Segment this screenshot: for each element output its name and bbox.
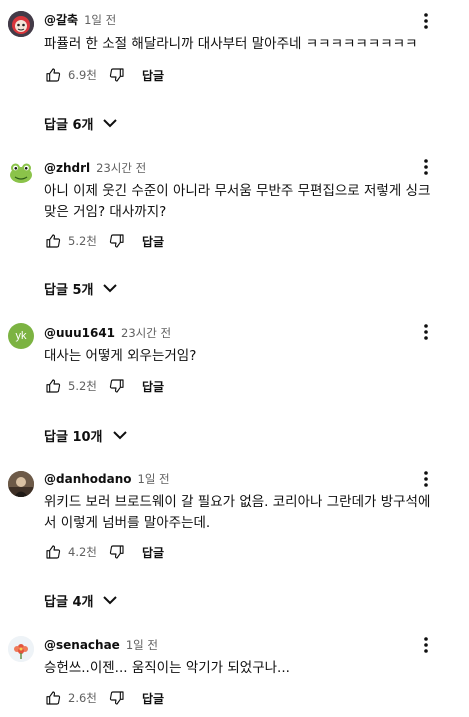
author-name[interactable]: @danhodano — [44, 472, 132, 486]
author-avatar[interactable] — [8, 636, 34, 662]
more-options-icon[interactable] — [417, 636, 435, 654]
replies-count-label: 답글 6개 — [44, 117, 94, 133]
comment-actions: 2.6천 답글 — [44, 688, 164, 708]
comment-time[interactable]: 1일 전 — [138, 472, 170, 486]
reply-button[interactable]: 답글 — [142, 67, 164, 84]
author-avatar[interactable] — [8, 11, 34, 37]
reply-button[interactable]: 답글 — [142, 544, 164, 561]
replies-count-label: 답글 4개 — [44, 594, 94, 610]
more-options-icon[interactable] — [417, 158, 435, 176]
author-avatar[interactable]: yk — [8, 323, 34, 349]
reply-button[interactable]: 답글 — [142, 690, 164, 707]
chevron-down-icon — [103, 118, 118, 128]
chevron-down-icon — [112, 430, 127, 440]
photo-avatar-icon — [8, 471, 34, 497]
replies-count-label: 답글 5개 — [44, 282, 94, 298]
like-count: 4.2천 — [68, 545, 97, 559]
dislike-icon[interactable] — [108, 66, 126, 84]
reply-button[interactable]: 답글 — [142, 378, 164, 395]
comment-actions: 5.2천 답글 — [44, 231, 164, 251]
chevron-down-icon — [103, 283, 118, 293]
comment-meta: @danhodano 1일 전 — [44, 471, 170, 487]
more-options-icon[interactable] — [417, 12, 435, 30]
like-icon[interactable] — [44, 689, 62, 707]
author-name[interactable]: @senachae — [44, 638, 120, 652]
more-options-icon[interactable] — [417, 470, 435, 488]
author-avatar[interactable] — [8, 159, 34, 185]
dislike-icon[interactable] — [108, 689, 126, 707]
red-cartoon-avatar-icon — [8, 11, 34, 37]
comment-time[interactable]: 23시간 전 — [96, 161, 146, 175]
comment-actions: 5.2천 답글 — [44, 376, 164, 396]
comment-time[interactable]: 1일 전 — [126, 638, 158, 652]
flower-avatar-icon — [8, 636, 34, 662]
author-name[interactable]: @uuu1641 — [44, 326, 115, 340]
replies-count-label: 답글 10개 — [44, 429, 103, 445]
view-replies-button[interactable]: 답글 4개 — [44, 589, 118, 611]
author-name[interactable]: @zhdrl — [44, 161, 90, 175]
view-replies-button[interactable]: 답글 10개 — [44, 424, 127, 446]
comment-text: 파퓰러 한 소절 해달라니까 대사부터 말아주네 ㅋㅋㅋㅋㅋㅋㅋㅋㅋ — [44, 36, 418, 52]
comment-time[interactable]: 23시간 전 — [121, 326, 171, 340]
like-icon[interactable] — [44, 543, 62, 561]
comment-text: 대사는 어떻게 외우는거임? — [44, 348, 197, 364]
like-count: 2.6천 — [68, 691, 97, 705]
comment-meta: @senachae 1일 전 — [44, 637, 158, 653]
like-icon[interactable] — [44, 66, 62, 84]
comment-text: 아니 이제 웃긴 수준이 아니라 무서움 무반주 무편집으로 저렇게 싱크 맞은… — [44, 183, 431, 220]
more-options-icon[interactable] — [417, 323, 435, 341]
author-avatar[interactable] — [8, 471, 34, 497]
like-icon[interactable] — [44, 377, 62, 395]
like-count: 5.2천 — [68, 234, 97, 248]
reply-button[interactable]: 답글 — [142, 233, 164, 250]
dislike-icon[interactable] — [108, 543, 126, 561]
comment-time[interactable]: 1일 전 — [84, 13, 116, 27]
comment-meta: @uuu1641 23시간 전 — [44, 325, 171, 341]
comment-meta: @zhdrl 23시간 전 — [44, 160, 146, 176]
letter-avatar-icon: yk — [15, 330, 27, 342]
comment-text: 승헌쓰..이젠... 움직이는 악기가 되었구나... — [44, 660, 290, 676]
comment-text: 위키드 보러 브로드웨이 갈 필요가 없음. 코리아나 그란데가 방구석에 서 … — [44, 494, 431, 531]
dislike-icon[interactable] — [108, 377, 126, 395]
comment-actions: 4.2천 답글 — [44, 542, 164, 562]
comment-actions: 6.9천 답글 — [44, 65, 164, 85]
author-name[interactable]: @갈축 — [44, 13, 78, 27]
green-frog-avatar-icon — [10, 163, 32, 183]
like-icon[interactable] — [44, 232, 62, 250]
chevron-down-icon — [103, 595, 118, 605]
dislike-icon[interactable] — [108, 232, 126, 250]
view-replies-button[interactable]: 답글 6개 — [44, 112, 118, 134]
like-count: 5.2천 — [68, 379, 97, 393]
view-replies-button[interactable]: 답글 5개 — [44, 277, 118, 299]
comment-meta: @갈축 1일 전 — [44, 12, 116, 28]
like-count: 6.9천 — [68, 68, 97, 82]
